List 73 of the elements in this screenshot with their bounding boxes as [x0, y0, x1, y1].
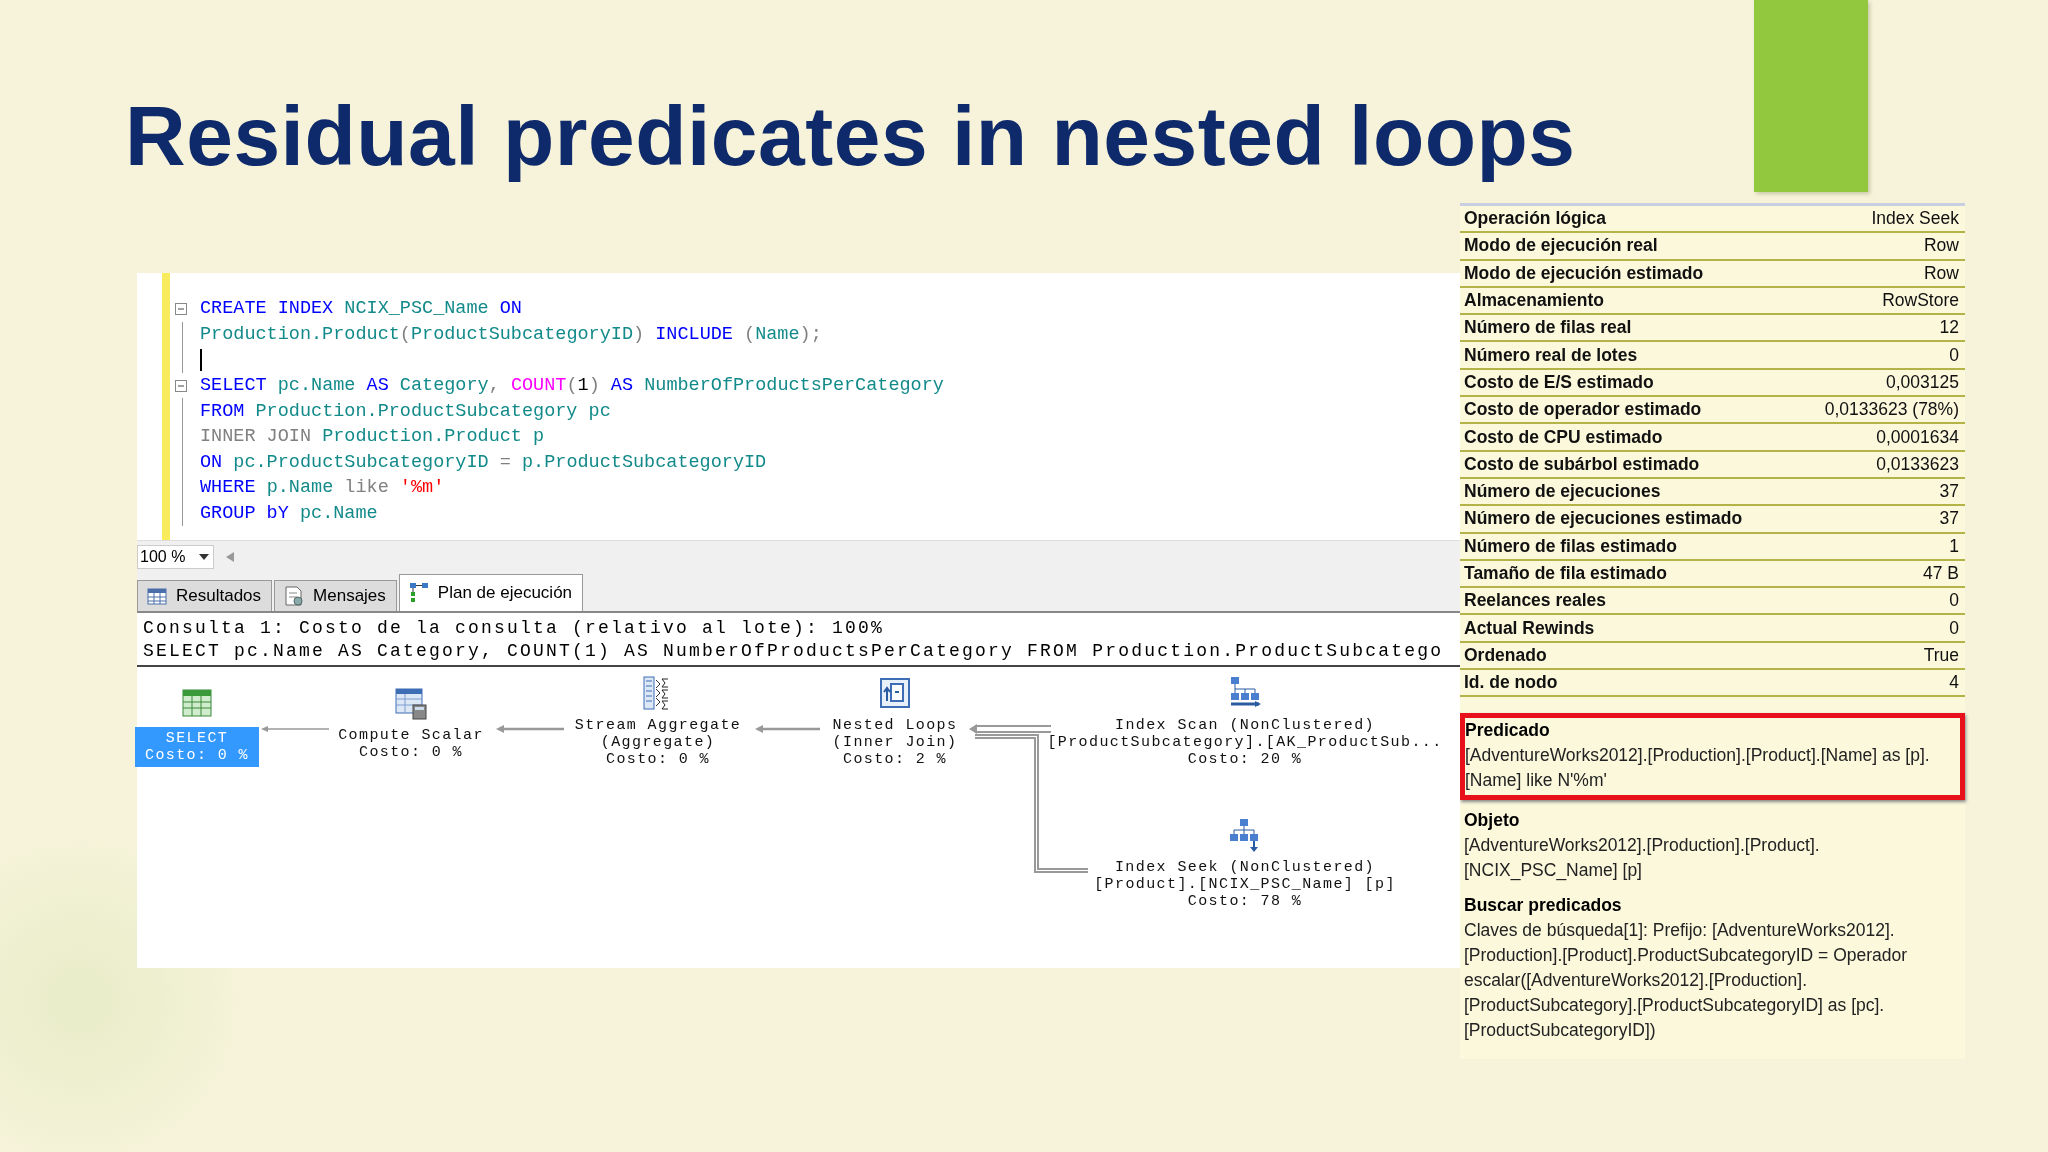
property-label: Costo de operador estimado	[1464, 399, 1702, 421]
code-line: ON pc.ProductSubcategoryID = p.ProductSubcategoryID	[200, 451, 767, 473]
property-value: 0,0133623	[1876, 453, 1959, 475]
property-value: 0,003125	[1886, 371, 1959, 393]
collapse-icon[interactable]	[175, 302, 187, 315]
operator-label[interactable]: Stream Aggregate (Aggregate) Costo: 0 %	[574, 717, 742, 768]
query-summary: Consulta 1: Costo de la consulta (relativo al lote): 100%	[143, 617, 886, 640]
property-text: Claves de búsqueda[1]: Prefijo: [AdventureWorks2012].[Production].[Product].ProductSubcategoryID = Operador escalar([AdventureWorks2012].[Production].[ProductSubcategory].[ProductSubcategoryID] as [pc].[ProductSubcategoryID])	[1464, 919, 1909, 1043]
operator-label[interactable]: Index Seek (NonClustered) [Product].[NCIX_PSC_Name] [p] Costo: 78 %	[1094, 859, 1396, 910]
query-summary: SELECT pc.Name AS Category, COUNT(1) AS NumberOfProductsPerCategory FROM Production.ProductSubcatego	[143, 640, 1445, 663]
property-value: 12	[1939, 317, 1959, 339]
property-value: True	[1923, 644, 1959, 666]
code-line: SELECT pc.Name AS Category, COUNT(1) AS NumberOfProductsPerCategory	[200, 375, 944, 397]
property-value: RowStore	[1882, 290, 1959, 312]
operator-label[interactable]: Index Scan (NonClustered) [ProductSubcategory].[AK_ProductSub... Costo: 20 %	[1047, 717, 1443, 768]
property-label: Número de ejecuciones estimado	[1464, 508, 1743, 530]
property-value: 37	[1939, 481, 1959, 503]
result-tab[interactable]: Resultados	[137, 580, 273, 611]
property-label: Costo de CPU estimado	[1464, 426, 1663, 448]
property-label: Actual Rewinds	[1464, 617, 1595, 639]
property-label: Número de filas estimado	[1464, 535, 1677, 557]
property-value: 47 B	[1923, 563, 1959, 584]
code-line: CREATE INDEX NCIX_PSC_Name ON	[200, 298, 522, 320]
connector-arrow	[496, 725, 564, 733]
property-value: 0	[1949, 590, 1959, 612]
collapse-icon[interactable]	[175, 379, 187, 392]
property-value: Index Seek	[1871, 208, 1959, 230]
property-label: Número real de lotes	[1464, 344, 1638, 366]
zoom-dropdown[interactable]: 100 %	[137, 545, 215, 569]
property-label: Reelances reales	[1464, 590, 1607, 612]
property-value: 4	[1949, 672, 1959, 694]
result-tab[interactable]: Mensajes	[274, 580, 397, 611]
plan-icon	[407, 582, 430, 604]
property-value: 0,0133623 (78%)	[1824, 399, 1959, 421]
property-label: Modo de ejecución real	[1464, 235, 1658, 257]
property-value: 1	[1949, 535, 1959, 557]
loop-icon[interactable]	[877, 675, 913, 711]
property-label: Operación lógica	[1464, 208, 1606, 230]
property-value: 0	[1949, 617, 1959, 639]
property-label: Número de ejecuciones	[1464, 481, 1661, 503]
operator-label[interactable]: Nested Loops (Inner Join) Costo: 2 %	[832, 717, 958, 768]
property-heading: Objeto	[1464, 809, 1521, 833]
caret-icon	[199, 554, 210, 560]
property-heading: Predicado	[1465, 719, 1551, 743]
operator-label[interactable]: Compute Scalar Costo: 0 %	[338, 727, 484, 761]
property-label: Tamaño de fila estimado	[1464, 563, 1667, 584]
property-value: Row	[1924, 262, 1959, 284]
grid-icon	[146, 585, 168, 607]
property-heading: Buscar predicados	[1464, 894, 1623, 918]
code-line: Production.Product(ProductSubcategoryID) INCLUDE (Name);	[200, 323, 822, 345]
property-label: Ordenado	[1464, 644, 1547, 666]
property-label: Id. de nodo	[1464, 672, 1558, 694]
property-value: 37	[1939, 508, 1959, 530]
property-label: Número de filas real	[1464, 317, 1632, 339]
property-label: Costo de E/S estimado	[1464, 371, 1654, 393]
document-icon	[283, 585, 306, 607]
property-label: Almacenamiento	[1464, 290, 1605, 312]
code-line: FROM Production.ProductSubcategory pc	[200, 400, 611, 422]
table-calculator-icon[interactable]	[393, 685, 429, 721]
connector-arrow	[755, 725, 820, 733]
code-line: WHERE p.Name like '%m'	[200, 477, 445, 499]
property-label: Costo de subárbol estimado	[1464, 453, 1700, 475]
code-line: INNER JOIN Production.Product p	[200, 426, 545, 448]
property-value: Row	[1924, 235, 1959, 257]
slide-title: Residual predicates in nested loops	[125, 88, 1576, 185]
connector-arrow	[261, 726, 330, 732]
code-line: GROUP bY pc.Name	[200, 503, 378, 525]
property-text: [AdventureWorks2012].[Production].[Product].[NCIX_PSC_Name] [p]	[1464, 834, 1821, 883]
property-value: 0	[1949, 344, 1959, 366]
property-value: 0,0001634	[1876, 426, 1959, 448]
property-text: [AdventureWorks2012].[Production].[Product].[Name] as [p].[Name] like N'%m'	[1465, 744, 1931, 793]
result-tab[interactable]: Plan de ejecución	[398, 574, 584, 611]
property-label: Modo de ejecución estimado	[1464, 262, 1704, 284]
